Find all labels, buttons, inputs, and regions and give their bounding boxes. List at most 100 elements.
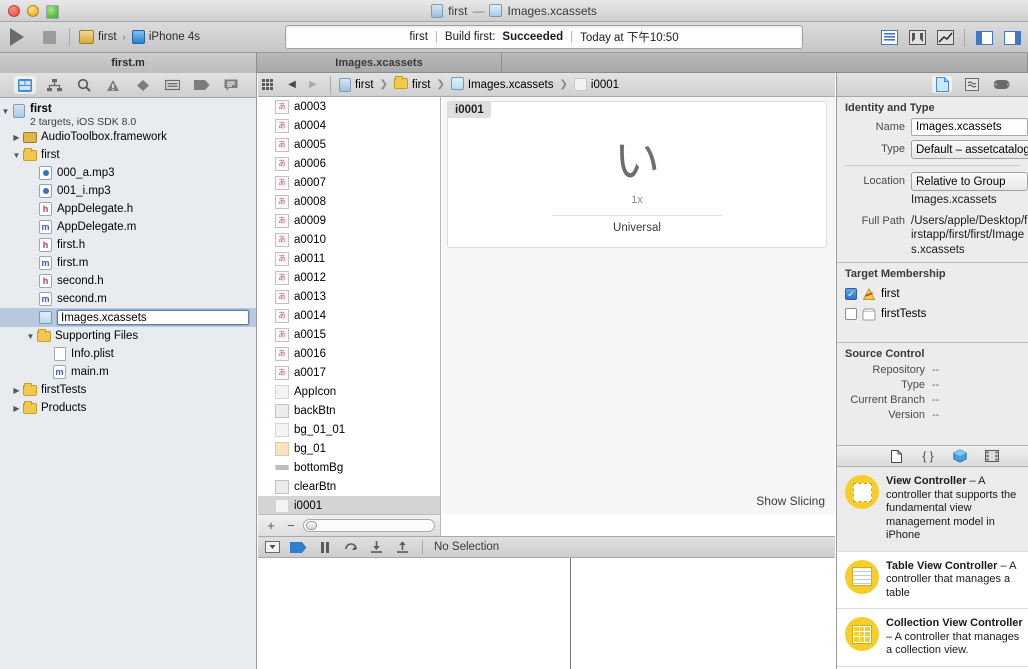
- asset-item-selected[interactable]: i0001: [258, 496, 440, 514]
- tree-item-appdelegate-h[interactable]: h AppDelegate.h: [0, 200, 256, 218]
- tree-item-firsttests[interactable]: ▶ firstTests: [0, 381, 256, 399]
- asset-list[interactable]: あ a0003 あ a0004 あ a0005 あ a0006 あ a0007 あ a000…: [258, 97, 441, 514]
- run-button[interactable]: [0, 24, 34, 50]
- asset-item[interactable]: あ a0013: [258, 287, 440, 306]
- hide-navigator-icon[interactable]: [971, 27, 997, 49]
- tree-item-first-h[interactable]: h first.h: [0, 236, 256, 254]
- scheme-selector[interactable]: first › iPhone 4s: [75, 30, 204, 44]
- symbol-navigator-icon[interactable]: [43, 76, 65, 94]
- tree-item-001-i-mp3[interactable]: 001_i.mp3: [0, 182, 256, 200]
- unknown-inspector-icon[interactable]: [992, 76, 1012, 93]
- breakpoint-navigator-icon[interactable]: [191, 76, 213, 94]
- report-navigator-icon[interactable]: [220, 76, 242, 94]
- library-item-view-controller[interactable]: View Controller – A controller that supp…: [837, 467, 1028, 552]
- asset-item[interactable]: あ a0010: [258, 230, 440, 249]
- breadcrumb-item-imageset[interactable]: i0001: [591, 79, 619, 91]
- hide-utilities-icon[interactable]: [999, 27, 1025, 49]
- file-template-library-icon[interactable]: [887, 448, 905, 464]
- asset-item[interactable]: あ a0015: [258, 325, 440, 344]
- asset-item[interactable]: あ a0003: [258, 97, 440, 116]
- add-asset-button[interactable]: +: [263, 518, 279, 534]
- breadcrumb-item-project[interactable]: first: [355, 79, 374, 91]
- version-editor-icon[interactable]: [932, 27, 958, 49]
- tree-item-main-m[interactable]: m main.m: [0, 363, 256, 381]
- debug-navigator-icon[interactable]: [161, 76, 183, 94]
- tree-item-supporting-files[interactable]: ▼ Supporting Files: [0, 327, 256, 345]
- pause-icon[interactable]: [316, 539, 333, 555]
- asset-item[interactable]: あ a0012: [258, 268, 440, 287]
- asset-item[interactable]: あ a0011: [258, 249, 440, 268]
- asset-item[interactable]: clearBtn: [258, 477, 440, 496]
- tree-item-first-group[interactable]: ▼ first: [0, 146, 256, 164]
- activate-breakpoints-icon[interactable]: [290, 539, 307, 555]
- asset-item[interactable]: bottomBg: [258, 458, 440, 477]
- slider-knob[interactable]: [306, 521, 317, 530]
- name-input[interactable]: Images.xcassets: [911, 118, 1028, 136]
- search-navigator-icon[interactable]: [73, 76, 95, 94]
- disclosure-triangle-icon[interactable]: ▶: [11, 133, 22, 142]
- asset-item[interactable]: あ a0006: [258, 154, 440, 173]
- tree-item-info-plist[interactable]: Info.plist: [0, 345, 256, 363]
- tree-item-products[interactable]: ▶ Products: [0, 399, 256, 417]
- step-into-icon[interactable]: [368, 539, 385, 555]
- asset-item[interactable]: AppIcon: [258, 382, 440, 401]
- tree-item-audiotoolbox[interactable]: ▶ AudioToolbox.framework: [0, 128, 256, 146]
- hide-debug-area-icon[interactable]: [264, 539, 281, 555]
- disclosure-triangle-icon[interactable]: ▶: [11, 404, 22, 413]
- tree-item-second-h[interactable]: h second.h: [0, 272, 256, 290]
- disclosure-triangle-icon[interactable]: ▼: [11, 151, 22, 160]
- tree-item-000-a-mp3[interactable]: 000_a.mp3: [0, 164, 256, 182]
- image-slot[interactable]: い 1x Universal: [532, 130, 742, 234]
- target-checkbox[interactable]: ✓: [845, 288, 857, 300]
- stop-button[interactable]: [34, 24, 64, 50]
- object-library-icon[interactable]: [951, 448, 969, 464]
- quick-help-inspector-icon[interactable]: [962, 76, 982, 93]
- rename-input[interactable]: Images.xcassets: [57, 310, 249, 325]
- asset-item[interactable]: bg_01: [258, 439, 440, 458]
- breadcrumb-item-group[interactable]: first: [412, 79, 431, 91]
- file-inspector-icon[interactable]: [932, 76, 952, 93]
- show-slicing-button[interactable]: Show Slicing: [756, 494, 825, 508]
- step-out-icon[interactable]: [394, 539, 411, 555]
- navigate-forward-button[interactable]: ▶: [304, 77, 322, 93]
- library-item-table-view-controller[interactable]: Table View Controller – A controller tha…: [837, 551, 1028, 609]
- assistant-editor-icon[interactable]: [904, 27, 930, 49]
- tree-item-appdelegate-m[interactable]: m AppDelegate.m: [0, 218, 256, 236]
- asset-item[interactable]: backBtn: [258, 401, 440, 420]
- project-navigator-icon[interactable]: [13, 76, 36, 94]
- library-item-collection-view-controller[interactable]: Collection View Controller – A controlle…: [837, 609, 1028, 667]
- media-library-icon[interactable]: [983, 448, 1001, 464]
- related-items-icon[interactable]: [262, 78, 276, 91]
- test-navigator-icon[interactable]: [132, 76, 154, 94]
- disclosure-triangle-icon[interactable]: ▼: [0, 103, 11, 116]
- asset-item[interactable]: あ a0014: [258, 306, 440, 325]
- asset-item[interactable]: あ a0007: [258, 173, 440, 192]
- asset-item[interactable]: あ a0009: [258, 211, 440, 230]
- asset-item[interactable]: あ a0016: [258, 344, 440, 363]
- size-slider[interactable]: [303, 519, 435, 532]
- tab-images-xcassets[interactable]: Images.xcassets: [257, 53, 502, 73]
- breadcrumb-item-catalog[interactable]: Images.xcassets: [468, 79, 554, 91]
- zoom-button[interactable]: [46, 5, 59, 19]
- target-checkbox[interactable]: [845, 308, 857, 320]
- remove-asset-button[interactable]: −: [283, 518, 299, 534]
- minimize-button[interactable]: [27, 5, 39, 17]
- close-button[interactable]: [8, 5, 20, 17]
- disclosure-triangle-icon[interactable]: ▶: [11, 386, 22, 395]
- asset-item[interactable]: bg_01_01: [258, 420, 440, 439]
- tree-item-images-xcassets[interactable]: Images.xcassets: [0, 308, 256, 327]
- standard-editor-icon[interactable]: [876, 27, 902, 49]
- navigate-back-button[interactable]: ◀: [283, 77, 301, 93]
- tab-first-m[interactable]: first.m: [0, 53, 257, 73]
- disclosure-triangle-icon[interactable]: ▼: [25, 332, 36, 341]
- tree-item-first-m[interactable]: m first.m: [0, 254, 256, 272]
- tree-item-project[interactable]: ▼ first 2 targets, iOS SDK 8.0: [0, 102, 256, 128]
- asset-item[interactable]: あ a0017: [258, 363, 440, 382]
- asset-item[interactable]: あ a0005: [258, 135, 440, 154]
- target-membership-row-first[interactable]: ✓ first: [837, 284, 1028, 304]
- type-select[interactable]: Default – assetcatalog: [911, 140, 1028, 159]
- issue-navigator-icon[interactable]: [102, 76, 124, 94]
- asset-item[interactable]: あ a0008: [258, 192, 440, 211]
- image-preview[interactable]: い: [532, 130, 742, 192]
- target-membership-row-firsttests[interactable]: firstTests: [837, 304, 1028, 324]
